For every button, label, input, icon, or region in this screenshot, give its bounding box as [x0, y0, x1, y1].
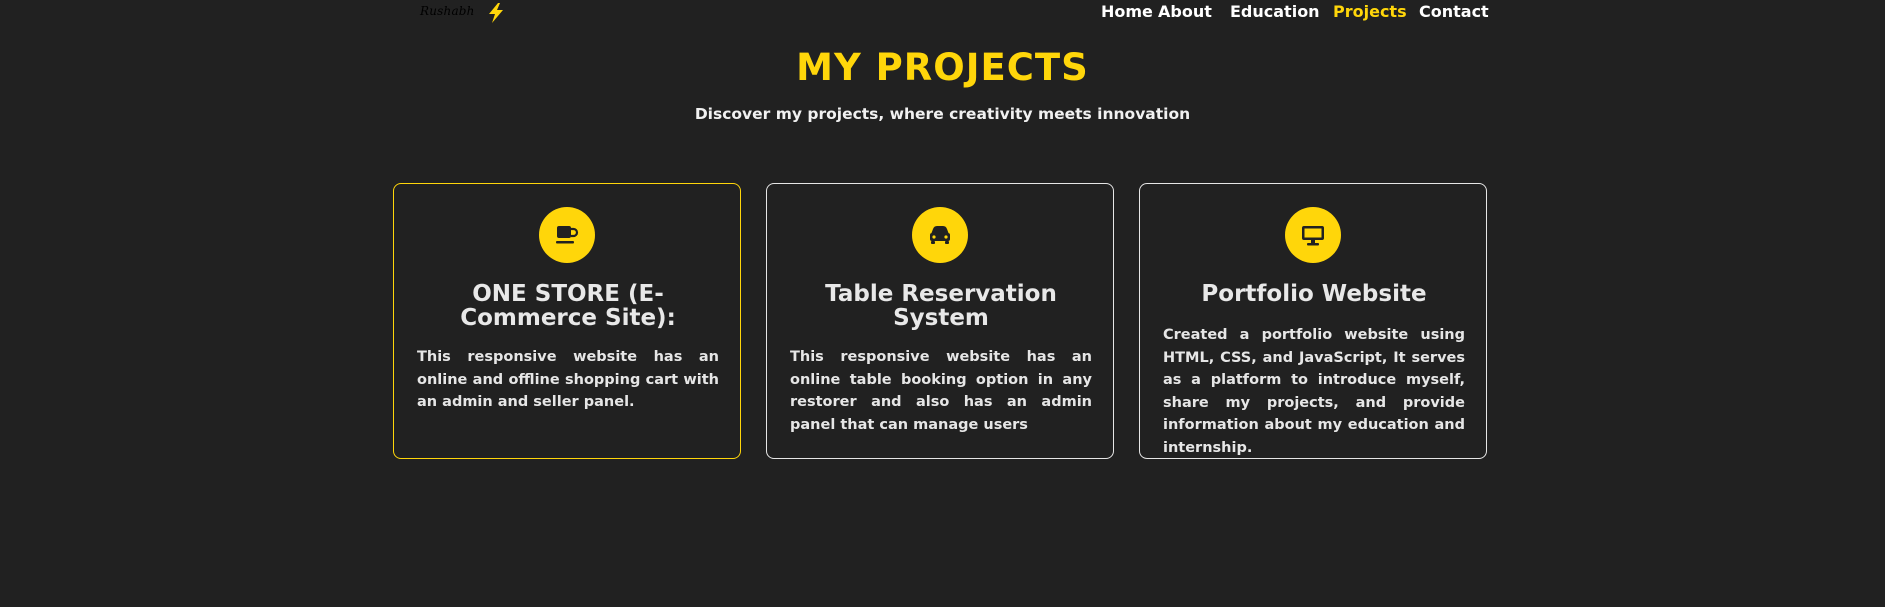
- nav-link-education[interactable]: Education: [1230, 2, 1320, 21]
- project-card-portfolio[interactable]: Portfolio Website Created a portfolio we…: [1139, 183, 1487, 459]
- nav-link-about[interactable]: About: [1158, 2, 1212, 21]
- page-subtitle: Discover my projects, where creativity m…: [694, 105, 1191, 123]
- project-description: This responsive website has an online ta…: [790, 349, 1092, 433]
- lightning-bolt-icon[interactable]: [487, 3, 505, 23]
- project-description: Created a portfolio website using HTML, …: [1163, 327, 1465, 456]
- nav-link-projects[interactable]: Projects: [1333, 2, 1407, 21]
- project-title: Table Reservation System: [825, 281, 1057, 331]
- project-card-one-store[interactable]: ONE STORE (E-Commerce Site): This respon…: [393, 183, 741, 459]
- page-title: MY PROJECTS: [796, 46, 1089, 89]
- coffee-cup-icon: [539, 207, 595, 263]
- car-icon: [912, 207, 968, 263]
- project-title: Portfolio Website: [1201, 281, 1427, 307]
- desktop-monitor-icon: [1285, 207, 1341, 263]
- logo[interactable]: Rushabh: [420, 4, 475, 18]
- project-description: This responsive website has an online an…: [417, 349, 719, 410]
- nav-link-home[interactable]: Home: [1101, 2, 1153, 21]
- nav-link-contact[interactable]: Contact: [1419, 2, 1489, 21]
- project-card-table-reservation[interactable]: Table Reservation System This responsive…: [766, 183, 1114, 459]
- project-title: ONE STORE (E-Commerce Site):: [460, 281, 676, 331]
- navbar: Rushabh Home About Education Projects Co…: [0, 0, 1885, 26]
